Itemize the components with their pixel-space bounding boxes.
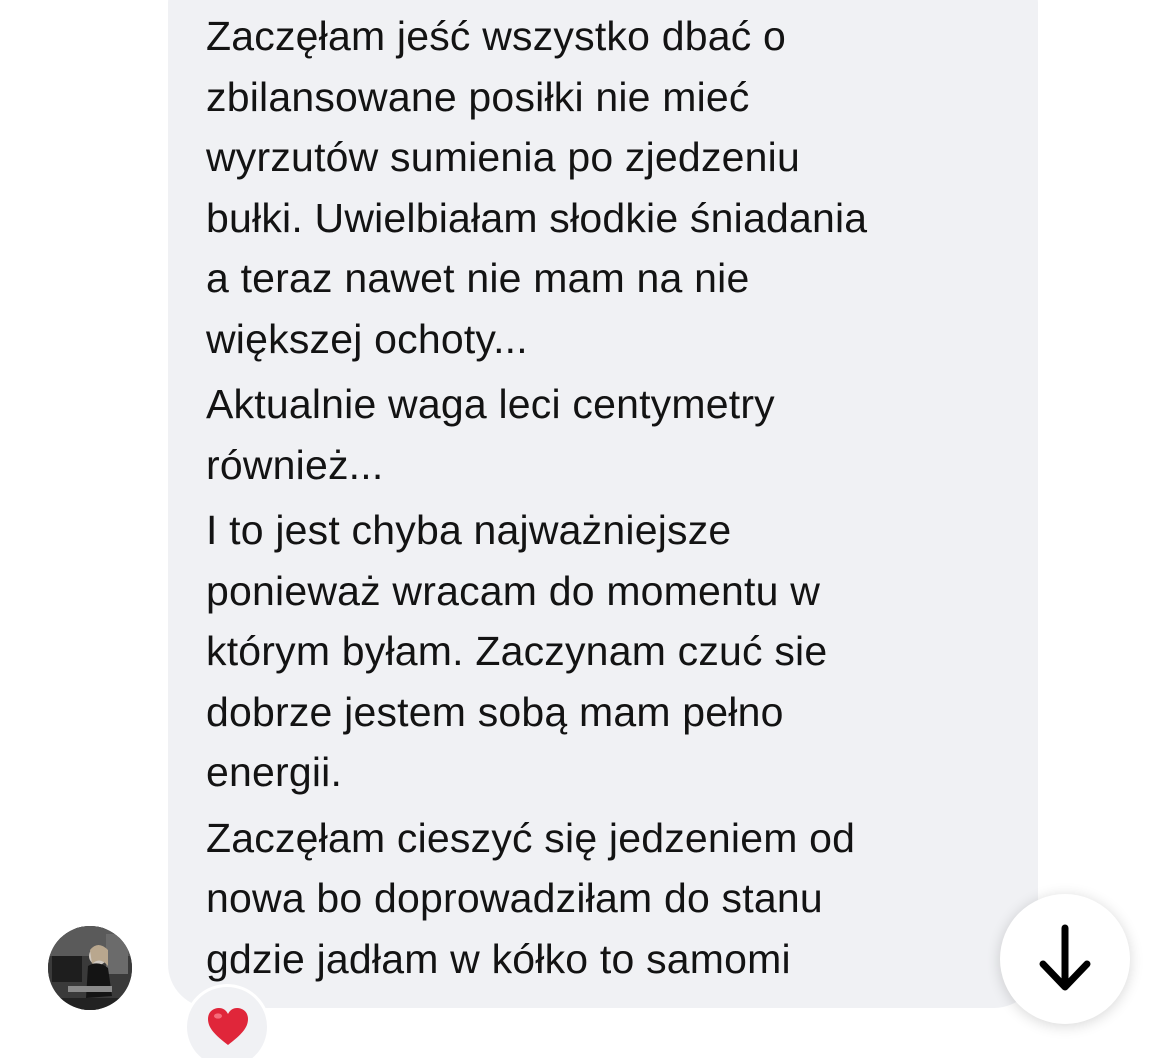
- message-line: Zaczęłam jeść wszystko dbać o: [206, 13, 787, 59]
- message-text: Zaczęłam jeść wszystko dbać o zbilansowa…: [206, 6, 1006, 994]
- message-paragraph: I to jest chyba najważniejsze ponieważ w…: [206, 500, 1006, 803]
- message-line: dobrze jestem sobą mam pełno: [206, 688, 784, 735]
- message-paragraph: Zaczęłam cieszyć się jedzeniem od nowa b…: [206, 808, 1006, 990]
- message-line: a teraz nawet nie mam na nie: [206, 255, 750, 301]
- message-line: wyrzutów sumienia po zjedzeniu: [206, 134, 800, 180]
- message-line: większej ochoty...: [206, 315, 528, 362]
- message-line: energii.: [206, 749, 343, 795]
- message-line: Aktualnie waga leci centymetry: [206, 381, 775, 427]
- message-line: również...: [206, 441, 384, 488]
- message-line: Zaczęłam cieszyć się jedzeniem od: [206, 814, 856, 861]
- message-line: którym byłam. Zaczynam czuć sie: [206, 628, 828, 674]
- message-line: zbilansowane posiłki nie mieć: [206, 73, 750, 120]
- message-paragraph: Zaczęłam jeść wszystko dbać o zbilansowa…: [206, 6, 1006, 369]
- chat-screen: Zaczęłam jeść wszystko dbać o zbilansowa…: [0, 0, 1164, 1058]
- message-line: nowa bo doprowadziłam do stanu: [206, 875, 823, 921]
- message-line: bułki. Uwielbiałam słodkie śniadania: [206, 194, 868, 241]
- scroll-to-bottom-button[interactable]: [1000, 894, 1130, 1024]
- message-paragraph: Aktualnie waga leci centymetry również..…: [206, 374, 1006, 495]
- message-line: I to jest chyba najważniejsze: [206, 507, 732, 553]
- arrow-down-icon: [1039, 924, 1091, 991]
- sender-avatar[interactable]: [48, 926, 132, 1010]
- message-line: gdzie jadłam w kółko to samomi: [206, 935, 791, 982]
- profile-photo-icon: [48, 926, 132, 1010]
- red-heart-icon: [208, 1008, 248, 1045]
- message-line: ponieważ wracam do momentu w: [206, 567, 821, 614]
